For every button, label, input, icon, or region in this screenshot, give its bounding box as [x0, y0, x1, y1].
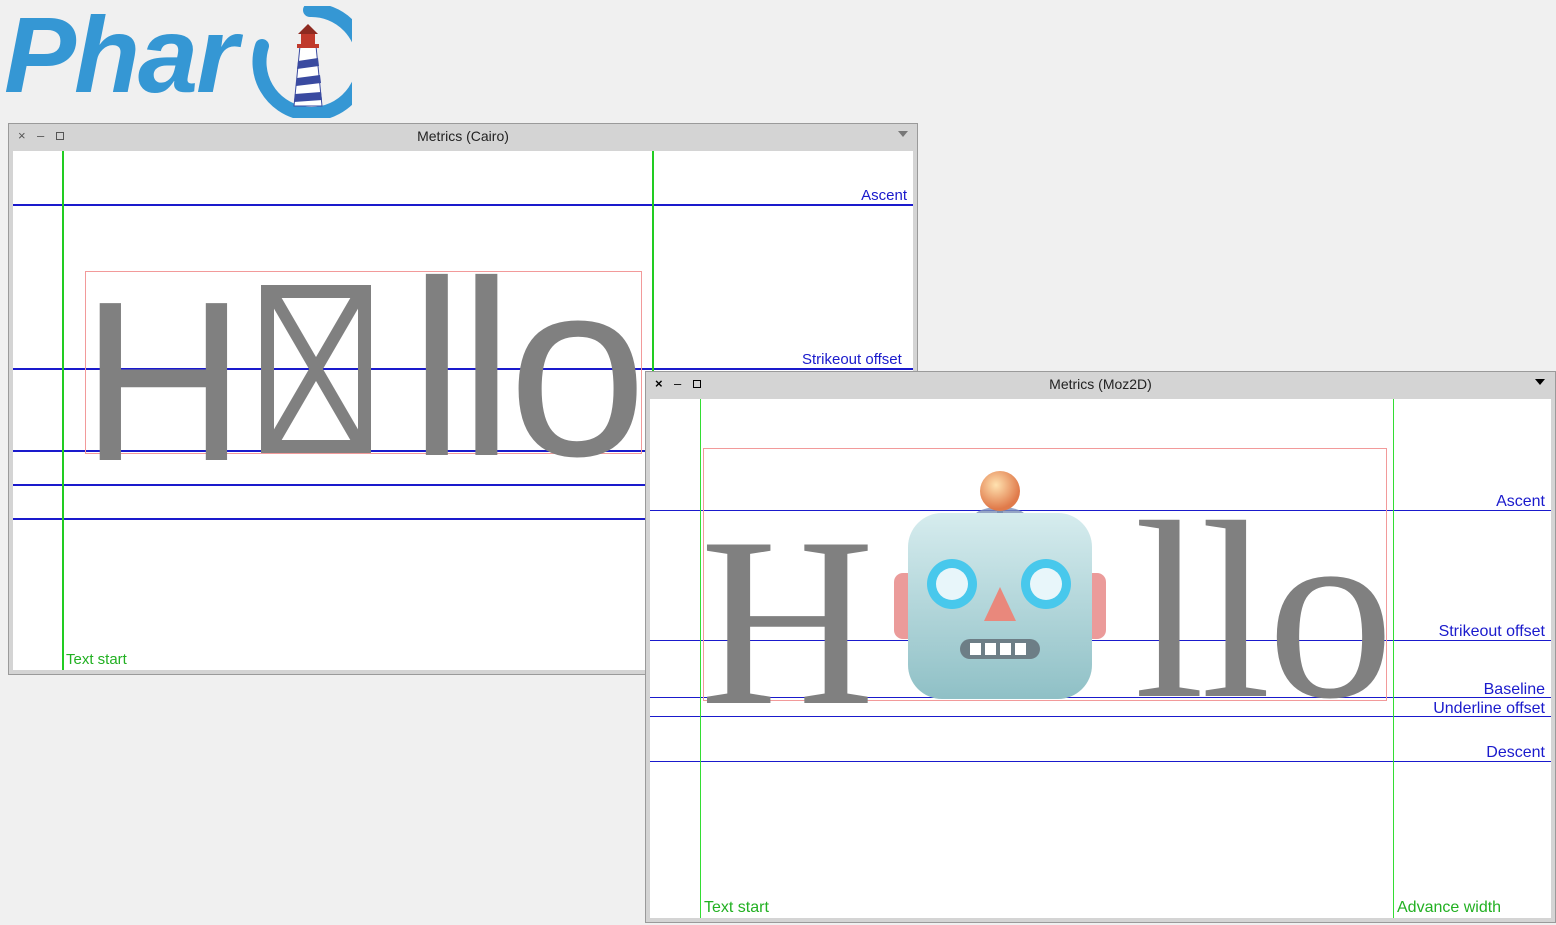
- window-title: Metrics (Cairo): [417, 128, 509, 144]
- ascent-label: Ascent: [861, 187, 907, 204]
- underline-label: Underline offset: [1433, 700, 1545, 717]
- sample-text-llo: llo: [1134, 470, 1394, 751]
- window-title: Metrics (Moz2D): [1049, 376, 1152, 392]
- window-menu-icon[interactable]: [898, 131, 908, 137]
- text-start-guide: [62, 151, 64, 670]
- strikeout-label: Strikeout offset: [802, 351, 902, 368]
- strikeout-label: Strikeout offset: [1438, 623, 1545, 640]
- moz2d-canvas: H llo Ascent Strikeout offset Baseline U…: [650, 399, 1551, 918]
- ascent-label: Ascent: [1496, 493, 1545, 510]
- cairo-titlebar: × – Metrics (Cairo): [9, 124, 917, 150]
- sample-text-llo: llo: [409, 229, 647, 508]
- baseline-label: Baseline: [1483, 681, 1545, 698]
- moz2d-window: × – Metrics (Moz2D) H llo Ascent Strikeo…: [645, 371, 1556, 923]
- missing-glyph-box-icon: [261, 285, 371, 453]
- text-start-label: Text start: [704, 899, 769, 916]
- sample-text-h: H: [81, 255, 246, 509]
- window-menu-icon[interactable]: [1535, 379, 1545, 385]
- advance-width-label: Advance width: [1397, 899, 1502, 916]
- descent-label: Descent: [1486, 744, 1545, 761]
- advance-width-guide: [1393, 399, 1394, 918]
- sample-text-h: H: [700, 488, 875, 756]
- robot-face-icon: [894, 471, 1106, 699]
- moz2d-titlebar: × – Metrics (Moz2D): [646, 372, 1555, 398]
- descent-line: [650, 761, 1551, 762]
- logo-text: Phar: [4, 0, 238, 115]
- pharo-logo: Phar: [4, 0, 354, 119]
- ascent-line: [13, 204, 913, 206]
- text-start-label: Text start: [66, 651, 127, 668]
- lighthouse-icon: [252, 6, 352, 118]
